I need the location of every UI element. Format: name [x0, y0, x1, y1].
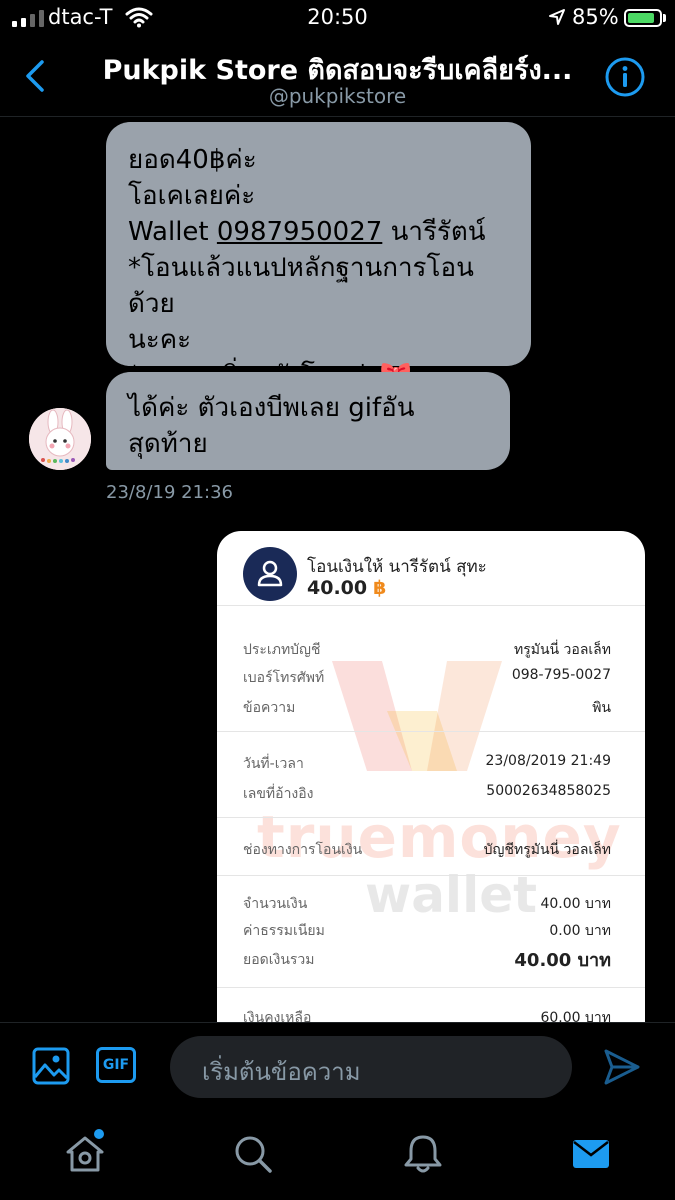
- receipt-divider: [217, 605, 645, 606]
- reference-label: เลขที่อ้างอิง: [243, 786, 314, 802]
- receipt-divider: [217, 875, 645, 876]
- avatar[interactable]: [29, 408, 91, 470]
- messages-icon[interactable]: [570, 1133, 612, 1175]
- notifications-icon[interactable]: [402, 1133, 444, 1175]
- message-line: *โอนแล้วแนปหลักฐานการโอนด้วย: [128, 253, 474, 319]
- receipt-image[interactable]: truemoney wallet โอนเงินให้ นารีรัตน์ สุ…: [217, 531, 645, 1051]
- channel-value: บัญชีทรูมันนี่ วอลเล็ท: [483, 842, 611, 858]
- message-bubble[interactable]: ได้ค่ะ ตัวเองบีพเลย gifอันสุดท้าย นะคะ: [106, 372, 510, 495]
- header-divider: [0, 116, 675, 117]
- fee-label: ค่าธรรมเนียม: [243, 923, 325, 939]
- phone-value: 098-795-0027: [511, 667, 611, 683]
- message-label: ข้อความ: [243, 700, 296, 716]
- receipt-title: โอนเงินให้ นารีรัตน์ สุทะ: [307, 557, 487, 577]
- battery-tip: [663, 14, 666, 22]
- total-value: 40.00 บาท: [514, 950, 611, 971]
- message-value: พิน: [592, 700, 611, 716]
- user-icon: [243, 547, 297, 601]
- total-label: ยอดเงินรวม: [243, 952, 315, 968]
- image-icon[interactable]: [32, 1047, 70, 1085]
- fee-value: 0.00 บาท: [549, 923, 611, 939]
- battery-fill: [628, 13, 654, 23]
- battery-percent: 85%: [572, 5, 619, 29]
- receipt-divider: [217, 731, 645, 732]
- search-icon[interactable]: [232, 1133, 274, 1175]
- reference-value: 50002634858025: [486, 783, 611, 799]
- receipt-amount: 40.00 ฿: [307, 577, 386, 599]
- receipt-divider: [217, 987, 645, 988]
- conversation-handle: @pukpikstore: [268, 84, 407, 108]
- amount-value: 40.00: [307, 577, 368, 599]
- location-arrow-icon: [549, 9, 565, 25]
- amount-label: จำนวนเงิน: [243, 896, 308, 912]
- message-bubble[interactable]: ยอด40฿ค่ะ โอเคเลยค่ะ Wallet 0987950027 น…: [106, 122, 531, 391]
- baht-symbol: ฿: [373, 577, 387, 599]
- compose-divider: [0, 1022, 675, 1023]
- message-text: นารีรัตน์: [390, 217, 486, 247]
- datetime-value: 23/08/2019 21:49: [485, 753, 612, 769]
- phone-label: เบอร์โทรศัพท์: [243, 670, 325, 686]
- amount-row-value: 40.00 บาท: [540, 896, 611, 912]
- account-type-value: ทรูมันนี่ วอลเล็ท: [513, 642, 611, 658]
- battery-icon: [624, 9, 662, 27]
- send-icon[interactable]: [602, 1047, 642, 1087]
- status-bar: dtac-T 20:50 85%: [0, 0, 675, 36]
- message-line: ยอด40฿ค่ะ: [128, 145, 257, 175]
- datetime-label: วันที่-เวลา: [243, 756, 304, 772]
- info-icon[interactable]: [604, 56, 646, 98]
- message-line: โอเคเลยค่ะ: [128, 181, 256, 211]
- message-text: Wallet: [128, 217, 209, 247]
- message-line: Wallet 0987950027 นารีรัตน์: [128, 214, 509, 250]
- message-line: นะคะ: [128, 325, 192, 355]
- channel-label: ช่องทางการโอนเงิน: [243, 842, 363, 858]
- message-timestamp: 23/8/19 21:36: [106, 482, 233, 503]
- message-input-placeholder: เริ่มต้นข้อความ: [202, 1058, 361, 1086]
- account-type-label: ประเภทบัญชี: [243, 642, 321, 658]
- phone-link[interactable]: 0987950027: [217, 217, 382, 247]
- message-line: ได้ค่ะ ตัวเองบีพเลย gifอันสุดท้าย: [128, 393, 415, 459]
- notification-dot: [94, 1129, 104, 1139]
- home-icon[interactable]: [64, 1133, 106, 1175]
- bunny-avatar-icon: [29, 408, 91, 470]
- gif-button[interactable]: GIF: [96, 1047, 136, 1083]
- receipt-divider: [217, 817, 645, 818]
